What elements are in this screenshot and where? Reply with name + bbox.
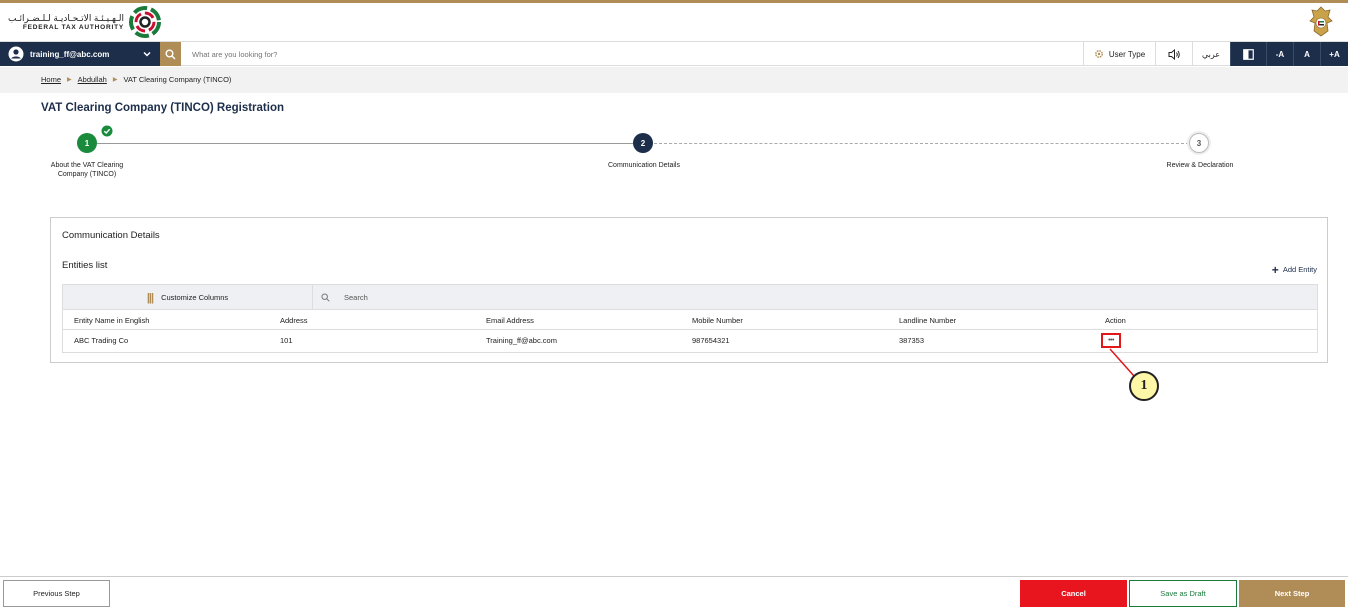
footer-actions: Previous Step Cancel Save as Draft Next … bbox=[0, 576, 1348, 609]
next-step-button[interactable]: Next Step bbox=[1239, 580, 1345, 607]
column-header: Action bbox=[1105, 316, 1126, 325]
user-type-label: User Type bbox=[1108, 49, 1146, 59]
customize-columns-button[interactable]: ||| Customize Columns bbox=[63, 285, 313, 310]
column-header[interactable]: Address bbox=[280, 316, 308, 325]
communication-details-card: Communication Details Entities list + Ad… bbox=[50, 217, 1328, 363]
breadcrumb: Home ▶ Abdullah ▶ VAT Clearing Company (… bbox=[41, 75, 231, 84]
breadcrumb-arrow-icon: ▶ bbox=[112, 77, 118, 83]
email-cell: Training_ff@abc.com bbox=[486, 336, 557, 345]
user-menu[interactable]: training_ff@abc.com bbox=[0, 42, 160, 66]
entities-table: ||| Customize Columns Search Entity Name… bbox=[62, 284, 1318, 353]
step-connector bbox=[654, 143, 1189, 144]
columns-icon: ||| bbox=[146, 291, 154, 304]
table-search-placeholder: Search bbox=[344, 293, 368, 302]
user-avatar-icon bbox=[8, 46, 24, 62]
add-entity-label: Add Entity bbox=[1282, 265, 1317, 274]
language-toggle[interactable]: عربي bbox=[1192, 42, 1229, 66]
fta-emblem-icon bbox=[129, 6, 162, 38]
breadcrumb-arrow-icon: ▶ bbox=[67, 77, 72, 83]
plus-icon: + bbox=[1271, 262, 1279, 277]
font-normal-button[interactable]: A bbox=[1293, 42, 1320, 66]
logo-english-text: FEDERAL TAX AUTHORITY bbox=[22, 23, 125, 31]
site-header: الـهـيـئـة الاتـحـاديـة لـلـضـرائـب FEDE… bbox=[0, 3, 1348, 42]
row-actions-menu-button[interactable]: ••• bbox=[1101, 333, 1121, 348]
table-header: Entity Name in English Address Email Add… bbox=[63, 310, 1317, 330]
address-cell: 101 bbox=[280, 336, 293, 345]
logo-arabic-text: الـهـيـئـة الاتـحـاديـة لـلـضـرائـب bbox=[8, 12, 125, 23]
table-row: ABC Trading Co 101 Training_ff@abc.com 9… bbox=[63, 330, 1317, 352]
page-title: VAT Clearing Company (TINCO) Registratio… bbox=[41, 102, 285, 114]
progress-stepper: 1 About the VAT Clearing Company (TINCO)… bbox=[0, 125, 1348, 198]
speaker-icon bbox=[1168, 48, 1180, 60]
table-search[interactable]: Search bbox=[321, 285, 368, 310]
search-button[interactable] bbox=[160, 42, 181, 66]
gear-icon bbox=[1094, 50, 1103, 58]
uae-emblem-icon bbox=[1309, 6, 1333, 37]
contrast-icon bbox=[1243, 48, 1254, 60]
step-connector bbox=[97, 143, 633, 144]
font-increase-button[interactable]: +A bbox=[1320, 42, 1348, 66]
save-as-draft-button[interactable]: Save as Draft bbox=[1129, 580, 1237, 607]
entity-name-cell: ABC Trading Co bbox=[74, 336, 129, 345]
user-type-button[interactable]: User Type bbox=[1083, 42, 1155, 66]
check-icon bbox=[101, 125, 113, 137]
font-decrease-button[interactable]: -A bbox=[1266, 42, 1293, 66]
contrast-toggle[interactable] bbox=[1230, 42, 1266, 66]
breadcrumb-bar: Home ▶ Abdullah ▶ VAT Clearing Company (… bbox=[0, 67, 1348, 93]
callout-badge: 1 bbox=[1129, 371, 1159, 401]
global-search-input[interactable] bbox=[184, 42, 1074, 66]
column-header[interactable]: Landline Number bbox=[899, 316, 956, 325]
arabic-label: عربي bbox=[1201, 49, 1221, 59]
card-title: Communication Details bbox=[62, 230, 160, 241]
top-toolbar: training_ff@abc.com User Type عربي -A A bbox=[0, 42, 1348, 66]
search-icon bbox=[321, 293, 330, 302]
fta-logo[interactable]: الـهـيـئـة الاتـحـاديـة لـلـضـرائـب FEDE… bbox=[8, 6, 162, 38]
step-2-label: Communication Details bbox=[608, 162, 680, 169]
step-1-label: About the VAT Clearing Company (TINCO) bbox=[50, 162, 124, 178]
logo-text: الـهـيـئـة الاتـحـاديـة لـلـضـرائـب FEDE… bbox=[8, 13, 124, 32]
column-header[interactable]: Mobile Number bbox=[692, 316, 743, 325]
customize-columns-label: Customize Columns bbox=[161, 293, 229, 302]
chevron-down-icon bbox=[143, 51, 151, 57]
landline-cell: 387353 bbox=[899, 336, 925, 345]
step-2-circle[interactable]: 2 bbox=[633, 133, 653, 153]
add-entity-button[interactable]: + Add Entity bbox=[1271, 262, 1317, 277]
mobile-cell: 987654321 bbox=[692, 336, 730, 345]
breadcrumb-current: VAT Clearing Company (TINCO) bbox=[123, 75, 232, 84]
column-header[interactable]: Entity Name in English bbox=[74, 316, 149, 325]
user-email: training_ff@abc.com bbox=[30, 49, 110, 59]
text-to-speech-button[interactable] bbox=[1155, 42, 1192, 66]
step-1-circle[interactable]: 1 bbox=[77, 133, 97, 153]
step-3-circle[interactable]: 3 bbox=[1189, 133, 1209, 153]
column-header[interactable]: Email Address bbox=[486, 316, 534, 325]
breadcrumb-abdullah-link[interactable]: Abdullah bbox=[78, 75, 107, 84]
entities-list-title: Entities list bbox=[62, 260, 108, 271]
table-toolbar: ||| Customize Columns Search bbox=[63, 285, 1317, 310]
search-icon bbox=[165, 49, 176, 59]
breadcrumb-home-link[interactable]: Home bbox=[41, 75, 61, 84]
step-3-label: Review & Declaration bbox=[1166, 162, 1234, 169]
previous-step-button[interactable]: Previous Step bbox=[3, 580, 110, 607]
cancel-button[interactable]: Cancel bbox=[1020, 580, 1127, 607]
